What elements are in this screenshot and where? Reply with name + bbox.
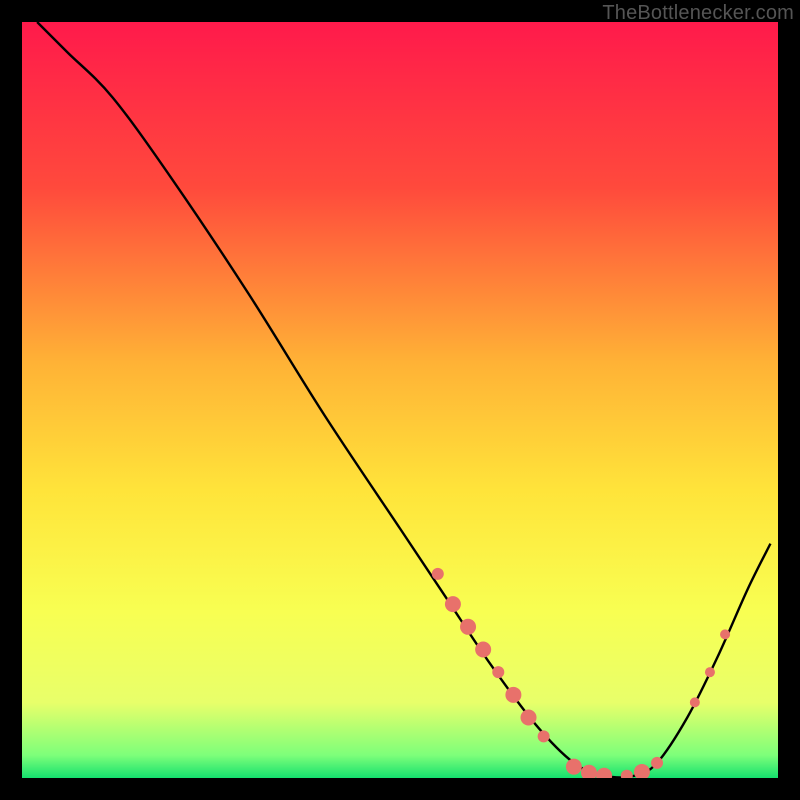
data-marker	[432, 568, 444, 580]
data-marker	[521, 710, 537, 726]
attribution-label: TheBottlenecker.com	[602, 2, 794, 25]
data-marker	[538, 730, 550, 742]
data-marker	[445, 596, 461, 612]
data-marker	[505, 687, 521, 703]
data-marker	[651, 757, 663, 769]
data-marker	[492, 666, 504, 678]
data-marker	[690, 697, 700, 707]
data-marker	[460, 619, 476, 635]
data-marker	[566, 759, 582, 775]
bottleneck-chart	[22, 22, 778, 778]
chart-frame	[22, 22, 778, 778]
data-marker	[475, 641, 491, 657]
data-marker	[720, 629, 730, 639]
gradient-background	[22, 22, 778, 778]
data-marker	[705, 667, 715, 677]
